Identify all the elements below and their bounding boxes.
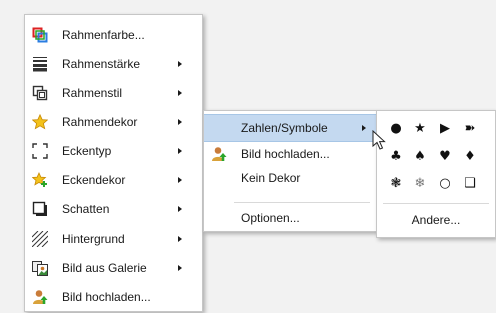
submenu-arrow-icon [178,236,182,242]
upload-person-icon [212,147,227,161]
menu-item-rahmenstaerke[interactable]: Rahmenstärke [25,51,202,77]
symbol-more-button[interactable]: Andere... [377,209,495,231]
menu-item-label: Rahmendekor [62,115,138,129]
submenu-arrow-icon [178,90,182,96]
rahmendekor-submenu: Zahlen/Symbole Bild hochladen... Kein De… [203,110,377,232]
shadow-icon [32,201,47,216]
symbol-picker-menu: ● ★ ▶ ➽ ♣ ♠ ♥ ♦ ❃ ❄ ○ ❑ Andere... [376,110,496,238]
menu-item-hintergrund[interactable]: Hintergrund [25,226,202,252]
menu-item-label: Hintergrund [62,232,125,246]
menu-item-label: Bild hochladen... [62,290,151,304]
menu-item-label: Optionen... [241,211,300,225]
menu-item-label: Kein Dekor [241,171,301,185]
symbol-square-shadow[interactable]: ❑ [459,173,481,195]
menu-item-label: Eckentyp [62,144,112,158]
corner-type-icon [32,143,48,159]
menu-item-label: Bild hochladen... [241,147,330,161]
symbol-flower[interactable]: ❃ [385,173,407,195]
menu-item-rahmenfarbe[interactable]: Rahmenfarbe... [25,22,202,48]
menu-item-schatten[interactable]: Schatten [25,196,202,222]
submenu-arrow-icon [178,177,182,183]
upload-person-icon [33,290,48,304]
symbol-circle-filled[interactable]: ● [385,118,407,140]
submenu-item-kein-dekor[interactable]: Kein Dekor [204,165,376,191]
symbol-arrow-feathered[interactable]: ➽ [459,118,481,140]
frame-color-icon [32,27,48,43]
star-plus-icon [32,172,47,187]
symbol-triangle-right[interactable]: ▶ [434,118,456,140]
menu-item-label: Zahlen/Symbole [241,121,328,135]
submenu-arrow-icon [178,61,182,67]
submenu-arrow-icon [362,125,366,131]
submenu-item-optionen[interactable]: Optionen... [204,205,376,231]
menu-item-label: Rahmenstärke [62,57,141,71]
symbol-snowflake[interactable]: ❄ [409,173,431,195]
symbol-heart[interactable]: ♥ [434,146,456,168]
menu-item-rahmendekor[interactable]: Rahmendekor [25,109,202,135]
frame-context-menu: Rahmenfarbe... Rahmenstärke Rahmenstil R… [24,14,203,312]
submenu-arrow-icon [178,265,182,271]
submenu-arrow-icon [178,119,182,125]
menu-item-label: Rahmenstil [62,86,123,100]
mouse-cursor-icon [372,130,386,150]
submenu-item-bild-hochladen[interactable]: Bild hochladen... [204,141,376,167]
menu-item-eckendekor[interactable]: Eckendekor [25,167,202,193]
menu-item-rahmenstil[interactable]: Rahmenstil [25,80,202,106]
symbol-star-filled[interactable]: ★ [409,118,431,140]
submenu-arrow-icon [178,206,182,212]
menu-item-label: Schatten [62,202,110,216]
submenu-arrow-icon [178,148,182,154]
gallery-image-icon [32,261,48,276]
menu-item-label: Bild aus Galerie [62,261,147,275]
frame-thickness-icon [33,57,47,72]
menu-item-bild-hochladen[interactable]: Bild hochladen... [25,284,202,310]
symbol-club[interactable]: ♣ [385,146,407,168]
menu-item-label: Eckendekor [62,173,126,187]
menu-separator [383,203,489,204]
menu-item-bild-aus-galerie[interactable]: Bild aus Galerie [25,255,202,281]
symbol-circle-outline[interactable]: ○ [434,173,456,195]
menu-item-eckentyp[interactable]: Eckentyp [25,138,202,164]
menu-item-label: Rahmenfarbe... [62,28,145,42]
hatch-pattern-icon [32,231,48,247]
star-icon [32,114,48,130]
submenu-item-zahlen-symbole[interactable]: Zahlen/Symbole [204,114,376,142]
menu-separator [234,202,370,203]
symbol-diamond[interactable]: ♦ [459,146,481,168]
symbol-spade[interactable]: ♠ [409,146,431,168]
frame-style-icon [32,85,48,101]
